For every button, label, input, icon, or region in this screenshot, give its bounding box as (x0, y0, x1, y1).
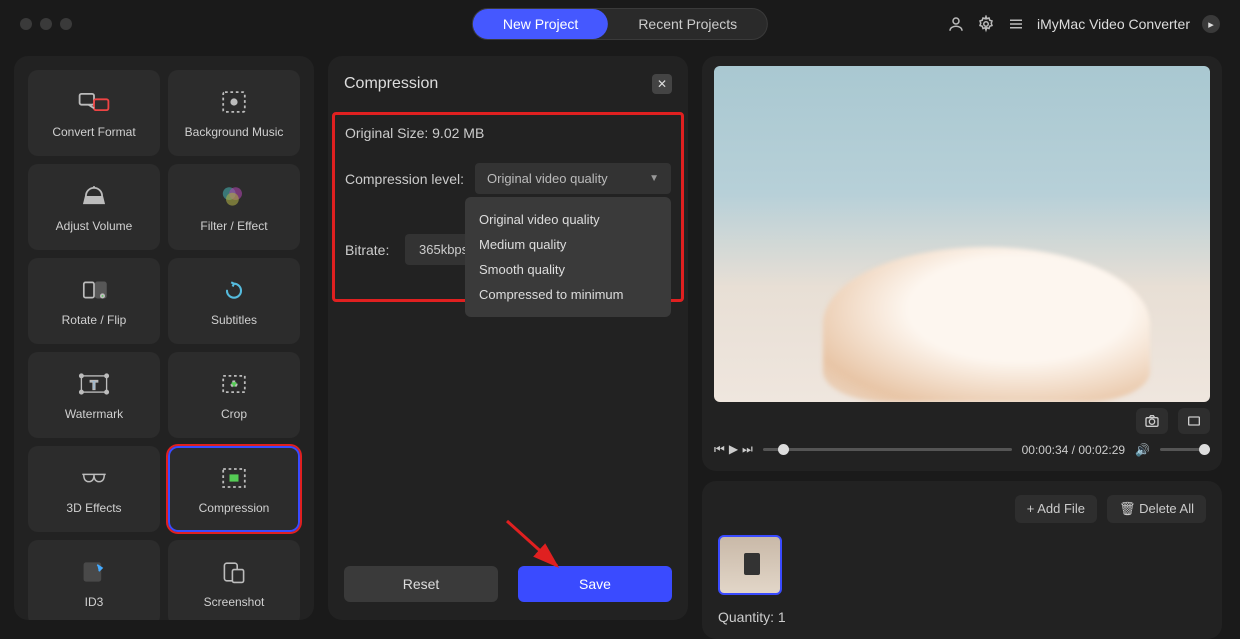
glasses-icon (76, 463, 112, 493)
tab-new-project[interactable]: New Project (473, 9, 608, 39)
delete-all-button[interactable]: 🗑 Delete All (1107, 495, 1206, 523)
compression-level-dropdown: Original video quality Medium quality Sm… (465, 197, 671, 317)
bitrate-label: Bitrate: (345, 242, 395, 258)
crop-icon (216, 369, 252, 399)
tool-crop[interactable]: Crop (168, 352, 300, 438)
video-preview[interactable] (714, 66, 1210, 402)
id3-icon (76, 557, 112, 587)
user-icon[interactable] (947, 15, 965, 33)
volume-slider[interactable] (1160, 448, 1210, 451)
tool-label: Adjust Volume (56, 219, 133, 233)
titlebar: New Project Recent Projects iMyMac Video… (0, 0, 1240, 48)
tool-convert-format[interactable]: Convert Format (28, 70, 160, 156)
step-fwd-icon[interactable]: ⏭ (742, 442, 753, 457)
tool-label: 3D Effects (66, 501, 121, 515)
tool-label: Convert Format (52, 125, 135, 139)
tool-compression[interactable]: Compression (168, 446, 300, 532)
tool-label: Compression (199, 501, 270, 515)
file-thumbnail[interactable] (718, 535, 782, 595)
filter-icon (216, 181, 252, 211)
compression-level-value: Original video quality (487, 171, 608, 186)
tool-label: ID3 (85, 595, 104, 609)
rotate-icon (76, 275, 112, 305)
volume-icon[interactable]: 🔊 (1135, 443, 1150, 457)
app-badge-icon: ▸ (1202, 15, 1220, 33)
subtitles-icon (216, 275, 252, 305)
tool-watermark[interactable]: T Watermark (28, 352, 160, 438)
compression-level-select[interactable]: Original video quality ▼ (475, 163, 671, 194)
highlighted-settings-area: Original Size: 9.02 MB Compression level… (332, 112, 684, 302)
compression-icon (216, 463, 252, 493)
dropdown-option[interactable]: Compressed to minimum (479, 282, 657, 307)
project-tab-switch: New Project Recent Projects (472, 8, 768, 40)
seek-slider[interactable] (763, 448, 1012, 451)
convert-icon (76, 87, 112, 117)
gear-icon[interactable] (977, 15, 995, 33)
chevron-down-icon: ▼ (649, 173, 659, 184)
close-icon[interactable]: ✕ (652, 74, 672, 94)
dropdown-option[interactable]: Medium quality (479, 232, 657, 257)
add-file-button[interactable]: + Add File (1015, 495, 1097, 523)
screenshot-icon (216, 557, 252, 587)
tool-filter-effect[interactable]: Filter / Effect (168, 164, 300, 250)
tool-id3[interactable]: ID3 (28, 540, 160, 620)
tool-subtitles[interactable]: Subtitles (168, 258, 300, 344)
tool-adjust-volume[interactable]: Adjust Volume (28, 164, 160, 250)
tool-label: Filter / Effect (200, 219, 267, 233)
menu-icon[interactable] (1007, 15, 1025, 33)
watermark-icon: T (76, 369, 112, 399)
tool-label: Background Music (185, 125, 284, 139)
tool-label: Screenshot (204, 595, 265, 609)
play-icon[interactable]: ▶ (729, 442, 738, 457)
volume-icon (76, 181, 112, 211)
svg-text:T: T (90, 378, 98, 392)
tool-sidebar: Convert Format Background Music Adjust V… (14, 56, 314, 620)
tool-background-music[interactable]: Background Music (168, 70, 300, 156)
music-icon (216, 87, 252, 117)
window-traffic-lights[interactable] (20, 18, 72, 30)
tool-screenshot[interactable]: Screenshot (168, 540, 300, 620)
save-button[interactable]: Save (518, 566, 672, 602)
tool-label: Rotate / Flip (62, 313, 127, 327)
compression-level-label: Compression level: (345, 171, 465, 187)
preview-panel: ⏮ ▶ ⏭ 00:00:34 / 00:02:29 🔊 (702, 56, 1222, 471)
tab-recent-projects[interactable]: Recent Projects (608, 9, 767, 39)
files-panel: + Add File 🗑 Delete All Quantity: 1 (702, 481, 1222, 639)
tool-rotate-flip[interactable]: Rotate / Flip (28, 258, 160, 344)
original-size-text: Original Size: 9.02 MB (345, 125, 671, 141)
playback-controls: ⏮ ▶ ⏭ 00:00:34 / 00:02:29 🔊 (714, 442, 1210, 457)
tool-label: Watermark (65, 407, 123, 421)
dropdown-option[interactable]: Smooth quality (479, 257, 657, 282)
settings-panel: Compression ✕ Original Size: 9.02 MB Com… (328, 56, 688, 620)
reset-button[interactable]: Reset (344, 566, 498, 602)
camera-icon[interactable] (1136, 408, 1168, 434)
panel-title: Compression (344, 75, 438, 93)
fullscreen-icon[interactable] (1178, 408, 1210, 434)
time-display: 00:00:34 / 00:02:29 (1022, 443, 1125, 457)
tool-3d-effects[interactable]: 3D Effects (28, 446, 160, 532)
tool-label: Crop (221, 407, 247, 421)
tool-label: Subtitles (211, 313, 257, 327)
step-back-icon[interactable]: ⏮ (714, 442, 725, 457)
app-title: iMyMac Video Converter (1037, 16, 1190, 32)
quantity-text: Quantity: 1 (718, 609, 1206, 625)
dropdown-option[interactable]: Original video quality (479, 207, 657, 232)
